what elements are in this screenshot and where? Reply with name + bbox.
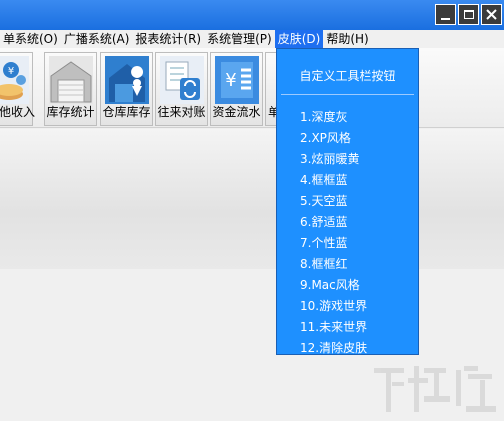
skin-dropdown-menu: 自定义工具栏按钮 1.深度灰 2.XP风格 3.炫丽暖黄 4.框框蓝 5.天空蓝… <box>276 48 419 355</box>
menu-system-management[interactable]: 系统管理(P) <box>204 30 275 48</box>
skin-option[interactable]: 12.清除皮肤 <box>300 338 367 359</box>
toolbar-item-label: 他收入 <box>0 105 36 119</box>
toolbar-item-label: 资金流水 <box>212 105 261 119</box>
menu-separator <box>281 94 414 95</box>
svg-text:¥: ¥ <box>225 70 236 91</box>
toolbar-reconcile-button[interactable]: 往来对账 <box>155 52 208 126</box>
toolbar-item-label: 往来对账 <box>157 105 206 119</box>
close-button[interactable] <box>481 4 502 25</box>
money-icon: ¥ <box>0 56 29 104</box>
menu-skin[interactable]: 皮肤(D) <box>274 30 324 48</box>
skin-option[interactable]: 10.游戏世界 <box>300 296 367 317</box>
menu-order-system[interactable]: 单系统(O) <box>0 30 61 48</box>
skin-option[interactable]: 4.框框蓝 <box>300 170 367 191</box>
svg-text:¥: ¥ <box>8 66 14 77</box>
customize-toolbar-item[interactable]: 自定义工具栏按钮 <box>277 67 418 84</box>
skin-option[interactable]: 3.炫丽暖黄 <box>300 149 367 170</box>
close-icon <box>486 9 497 20</box>
skin-options-list: 1.深度灰 2.XP风格 3.炫丽暖黄 4.框框蓝 5.天空蓝 6.舒适蓝 7.… <box>300 107 367 359</box>
menu-broadcast-system[interactable]: 广播系统(A) <box>61 30 133 48</box>
menu-report-statistics[interactable]: 报表统计(R) <box>132 30 204 48</box>
toolbar: ¥ 他收入 库存统计 仓库库存 往来对账 ¥ 资金流水 单 <box>0 48 504 128</box>
toolbar-other-income-button[interactable]: ¥ 他收入 <box>0 52 36 126</box>
toolbar-item-label: 库存统计 <box>46 105 95 119</box>
maximize-icon <box>463 10 474 19</box>
menu-bar: 单系统(O) 广播系统(A) 报表统计(R) 系统管理(P) 皮肤(D) 帮助(… <box>0 30 504 48</box>
skin-option[interactable]: 8.框框红 <box>300 254 367 275</box>
warehouse-location-icon <box>105 56 149 104</box>
warehouse-icon <box>49 56 93 104</box>
minimize-icon <box>441 17 450 20</box>
skin-option[interactable]: 6.舒适蓝 <box>300 212 367 233</box>
menu-help[interactable]: 帮助(H) <box>323 30 371 48</box>
skin-option[interactable]: 9.Mac风格 <box>300 275 367 296</box>
toolbar-inventory-stats-button[interactable]: 库存统计 <box>44 52 97 126</box>
minimize-button[interactable] <box>435 4 456 25</box>
maximize-button[interactable] <box>458 4 479 25</box>
skin-option[interactable]: 11.未来世界 <box>300 317 367 338</box>
title-bar <box>0 0 504 30</box>
skin-option[interactable]: 2.XP风格 <box>300 128 367 149</box>
skin-option[interactable]: 5.天空蓝 <box>300 191 367 212</box>
reconcile-icon <box>160 56 204 104</box>
toolbar-warehouse-stock-button[interactable]: 仓库库存 <box>100 52 153 126</box>
toolbar-cash-flow-button[interactable]: ¥ 资金流水 <box>210 52 263 126</box>
skin-option[interactable]: 7.个性蓝 <box>300 233 367 254</box>
cash-flow-icon: ¥ <box>215 56 259 104</box>
toolbar-item-label: 仓库库存 <box>102 105 151 119</box>
watermark-logo <box>374 366 496 412</box>
skin-option[interactable]: 1.深度灰 <box>300 107 367 128</box>
work-area-header <box>0 129 504 269</box>
